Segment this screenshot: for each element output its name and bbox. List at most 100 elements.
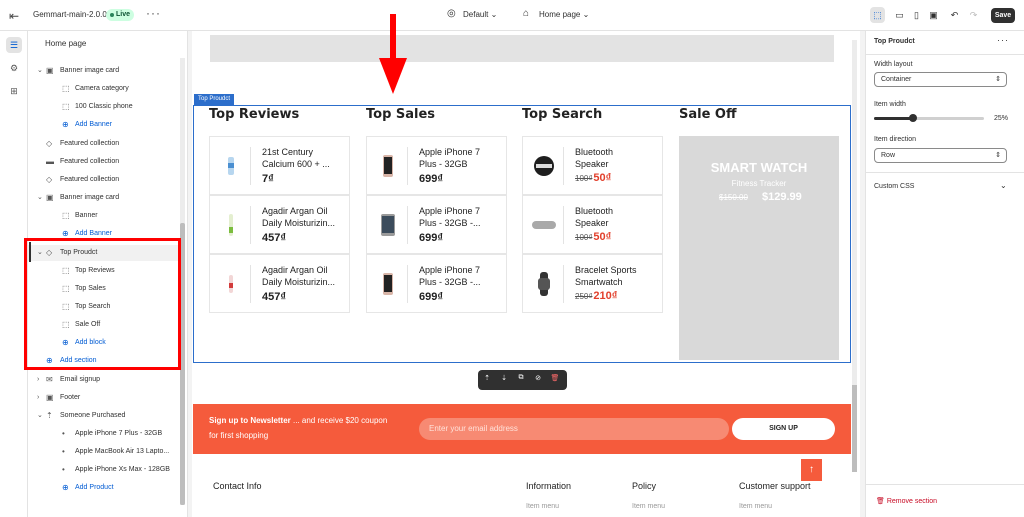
more-icon[interactable]: ··· — [146, 6, 161, 20]
product-image[interactable] — [216, 269, 246, 299]
product-image[interactable] — [373, 269, 403, 299]
product-image[interactable] — [529, 210, 559, 240]
fullscreen-icon[interactable]: ▣ — [926, 7, 941, 23]
product-name-line2[interactable]: Plus - 32GB -... — [419, 217, 503, 229]
product-card[interactable]: Agadir Argan Oil Daily Moisturizin... 457₫ — [209, 254, 350, 313]
sections-icon[interactable]: ☰ — [6, 37, 22, 53]
globe-icon[interactable]: ◎ — [447, 8, 456, 19]
add-link[interactable]: ⊕ Add Product — [28, 480, 180, 496]
product-image[interactable] — [373, 151, 403, 181]
product-name-line2[interactable]: Calcium 600 + ... — [262, 158, 346, 170]
chevron-down-icon[interactable]: ⌄ — [1000, 181, 1007, 190]
sidebar-item[interactable]: • Apple iPhone Xs Max - 128GB — [28, 462, 180, 478]
product-name[interactable]: Bracelet Sports — [575, 264, 659, 276]
product-name-line2[interactable]: Smartwatch — [575, 276, 659, 288]
sidebar-item[interactable]: ⌄ ⇡ Someone Purchased — [28, 408, 180, 424]
product-card[interactable]: Apple iPhone 7 Plus - 32GB -... 699₫ — [366, 195, 507, 254]
sale-off-banner[interactable]: SMART WATCH Fitness Tracker $150.00 $129… — [679, 136, 839, 360]
divider — [563, 206, 564, 244]
delete-icon[interactable]: 🗑 — [550, 374, 560, 382]
footer-heading-information: Information — [526, 481, 572, 491]
mobile-icon[interactable]: ▯ — [909, 7, 924, 23]
product-name[interactable]: 21st Century — [262, 146, 346, 158]
add-link[interactable]: ⊕ Add Banner — [28, 117, 180, 133]
undo-icon[interactable]: ↶ — [947, 7, 962, 23]
product-name[interactable]: Bluetooth — [575, 146, 659, 158]
product-card[interactable]: Apple iPhone 7 Plus - 32GB -... 699₫ — [366, 254, 507, 313]
panel-title: Top Proudct — [874, 38, 915, 45]
product-name-line2[interactable]: Daily Moisturizin... — [262, 217, 346, 229]
footer-menu-item[interactable]: Item menu — [632, 503, 665, 510]
sidebar-item[interactable]: ⬚ Banner — [28, 208, 180, 224]
sidebar-item[interactable]: ⬚ 100 Classic phone — [28, 99, 180, 115]
footer-menu-item[interactable]: Item menu — [526, 503, 559, 510]
product-card[interactable]: Bluetooth Speaker 100₫ 50₫ — [522, 195, 663, 254]
sidebar-item[interactable]: › ✉ Email signup — [28, 372, 180, 388]
product-name[interactable]: Agadir Argan Oil — [262, 264, 346, 276]
apps-icon[interactable]: ⊞ — [6, 83, 22, 99]
product-image[interactable] — [373, 210, 403, 240]
product-name-line2[interactable]: Plus - 32GB — [419, 158, 503, 170]
product-card[interactable]: 21st Century Calcium 600 + ... 7₫ — [209, 136, 350, 195]
block-icon: ⬚ — [62, 211, 70, 221]
footer-menu-item[interactable]: Item menu — [739, 503, 772, 510]
more-icon[interactable]: ··· — [997, 35, 1009, 45]
move-down-icon[interactable]: ⇣ — [499, 374, 509, 382]
sidebar-item[interactable]: › ▣ Footer — [28, 390, 180, 406]
product-name-line2[interactable]: Plus - 32GB -... — [419, 276, 503, 288]
save-button[interactable]: Save — [991, 8, 1015, 23]
product-image[interactable] — [216, 151, 246, 181]
product-name[interactable]: Apple iPhone 7 — [419, 146, 503, 158]
product-card[interactable]: Apple iPhone 7 Plus - 32GB 699₫ — [366, 136, 507, 195]
slider-knob[interactable] — [908, 114, 917, 122]
chevron-down-icon[interactable]: ⌄ — [37, 190, 43, 206]
hide-icon[interactable]: ⊘ — [533, 374, 543, 382]
product-image[interactable] — [529, 269, 559, 299]
product-image[interactable] — [529, 151, 559, 181]
chevron-right-icon[interactable]: › — [37, 372, 39, 388]
product-name-line2[interactable]: Daily Moisturizin... — [262, 276, 346, 288]
sidebar-item-label: Banner — [75, 212, 98, 220]
exit-icon[interactable]: ⇤ — [9, 9, 19, 23]
product-name-line2[interactable]: Speaker — [575, 158, 659, 170]
view-select[interactable]: Default ⌄ — [463, 10, 497, 19]
sidebar-item[interactable]: ⌄ ▣ Banner image card — [28, 190, 180, 206]
custom-css-toggle[interactable]: Custom CSS — [874, 183, 914, 190]
sidebar-item[interactable]: ⬚ Camera category — [28, 81, 180, 97]
settings-icon[interactable]: ⚙ — [6, 60, 22, 76]
page-select[interactable]: Home page ⌄ — [539, 10, 589, 19]
sidebar-item[interactable]: • Apple MacBook Air 13 Lapto... — [28, 444, 180, 460]
sidebar-item[interactable]: ◇ Featured collection — [28, 136, 180, 152]
sidebar-item[interactable]: • Apple iPhone 7 Plus - 32GB — [28, 426, 180, 442]
item-direction-select[interactable]: Row ⇕ — [874, 148, 1007, 163]
redo-icon[interactable]: ↷ — [966, 7, 981, 23]
email-input[interactable]: Enter your email address — [419, 418, 729, 440]
product-card[interactable]: Bracelet Sports Smartwatch 250₫ 210₫ — [522, 254, 663, 313]
move-up-icon[interactable]: ⇡ — [482, 374, 492, 382]
back-to-top-button[interactable]: ↑ — [801, 459, 822, 481]
product-name[interactable]: Apple iPhone 7 — [419, 264, 503, 276]
chevron-right-icon[interactable]: › — [37, 390, 39, 406]
sidebar-item[interactable]: ◇ Featured collection — [28, 172, 180, 188]
chevron-down-icon[interactable]: ⌄ — [37, 408, 43, 424]
sidebar-item[interactable]: ▬ Featured collection — [28, 154, 180, 170]
product-image[interactable] — [216, 210, 246, 240]
item-width-slider[interactable] — [874, 114, 984, 122]
sidebar-item[interactable]: ⌄ ▣ Banner image card — [28, 63, 180, 79]
canvas-scroll-thumb[interactable] — [852, 385, 857, 472]
product-name[interactable]: Agadir Argan Oil — [262, 205, 346, 217]
inspector-icon[interactable]: ⬚ — [870, 7, 885, 23]
product-card[interactable]: Agadir Argan Oil Daily Moisturizin... 457₫ — [209, 195, 350, 254]
desktop-icon[interactable]: ▭ — [892, 7, 907, 23]
product-name[interactable]: Apple iPhone 7 — [419, 205, 503, 217]
product-name[interactable]: Bluetooth — [575, 205, 659, 217]
signup-button[interactable]: SIGN UP — [732, 418, 835, 440]
chevron-down-icon[interactable]: ⌄ — [37, 63, 43, 79]
divider — [407, 206, 408, 244]
width-layout-select[interactable]: Container ⇕ — [874, 72, 1007, 87]
duplicate-icon[interactable]: ⧉ — [516, 374, 526, 382]
home-icon[interactable]: ⌂ — [523, 8, 529, 19]
remove-section-button[interactable]: 🗑 Remove section — [876, 497, 937, 505]
product-name-line2[interactable]: Speaker — [575, 217, 659, 229]
product-card[interactable]: Bluetooth Speaker 100₫ 50₫ — [522, 136, 663, 195]
